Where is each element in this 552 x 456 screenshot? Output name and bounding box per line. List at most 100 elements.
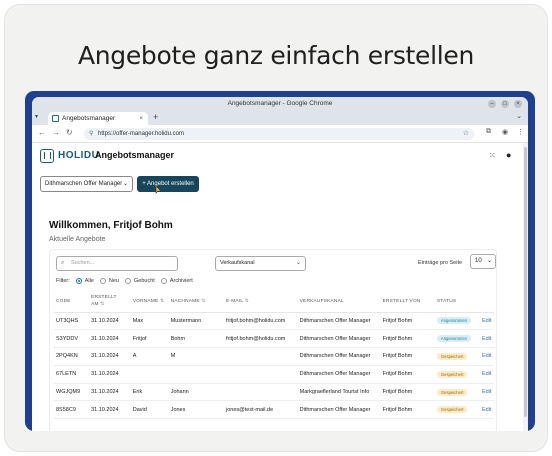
cell-status: Gespeichert	[434, 400, 480, 420]
window-title: Angebotsmanager - Google Chrome	[227, 100, 333, 107]
site-info-icon[interactable]: ⚲	[89, 128, 93, 140]
table-row[interactable]: S3YDDV 31.10.2024 Fritjof Bohm fritjof.bohm@…	[54, 329, 494, 349]
cell-created-by: Fritjof Bohm	[380, 383, 435, 402]
sort-icon: ⇅	[159, 298, 165, 305]
close-icon[interactable]: ×	[514, 100, 522, 108]
table-row[interactable]: 67LETN 31.10.2024 Dithmarschen Offer Manag…	[54, 365, 494, 384]
cell-lastname: Jones	[168, 400, 224, 420]
cell-created-by: Fritjof Bohm	[380, 365, 435, 384]
screenshot-frame: Angebotsmanager - Google Chrome – □ × ▾ …	[25, 91, 535, 431]
cell-created-at: 31.10.2024	[89, 365, 131, 384]
col-header-channel[interactable]: VERKAUFSKANAL	[297, 292, 381, 313]
radio-icon	[160, 278, 167, 284]
status-badge: Gespeichert	[436, 370, 468, 378]
brand-name: HOLIDU	[58, 150, 100, 161]
page-scrollbar[interactable]	[523, 143, 528, 431]
cell-email: fritjof.bohm@holidu.com	[224, 329, 298, 349]
address-bar[interactable]: ⚲ https://offer-manager.holidu.com ☆	[84, 128, 474, 140]
col-header-created-at[interactable]: ERSTELLT AM ⇅	[89, 292, 131, 313]
extensions-icon[interactable]: ⧉	[486, 128, 491, 136]
manager-select[interactable]: Dithmarschen Offer Manager ⌄	[40, 176, 133, 192]
offers-table: CODE ERSTELLT AM ⇅ VORNAME ⇅ NACHNAME ⇅ E…	[54, 292, 494, 420]
cell-email	[224, 365, 298, 384]
table-row[interactable]: WGJQM9 31.10.2024 Erik Johann Markgraeflerla…	[54, 383, 494, 402]
filter-radio-booked[interactable]: Gebucht	[125, 278, 155, 284]
chevron-down-icon: ⌄	[486, 258, 492, 264]
filter-radio-archived[interactable]: Archiviert	[160, 278, 193, 284]
url-text: https://offer-manager.holidu.com	[98, 131, 184, 137]
cell-channel: Dithmarschen Offer Manager	[297, 400, 381, 420]
maximize-icon[interactable]: □	[501, 100, 509, 108]
status-badge: Gespeichert	[436, 352, 468, 360]
edit-link[interactable]: Edit	[479, 329, 494, 349]
favicon-icon	[52, 115, 59, 122]
radio-icon	[125, 278, 132, 284]
section-subtitle: Aktuelle Angebote	[49, 236, 106, 243]
filter-option-label: Neu	[108, 278, 120, 284]
cell-created-by: Fritjof Bohm	[380, 400, 435, 420]
table-row[interactable]: 2PQ4KN 31.10.2024 A M Dithmarschen Offer Man…	[54, 347, 494, 366]
minimize-icon[interactable]: –	[488, 100, 496, 108]
radio-icon	[99, 278, 106, 284]
apps-grid-icon[interactable]: ⁙	[489, 151, 496, 160]
tab-search-icon[interactable]: ▾	[35, 113, 38, 120]
channel-select-value: Verkaufskanal	[220, 260, 255, 266]
menu-dots-icon[interactable]: ⋮	[517, 128, 524, 136]
app-page: HOLIDU Angebotsmanager ⁙ ● Dithmarschen …	[32, 143, 522, 431]
cell-email: fritjof.bohm@holidu.com	[224, 312, 298, 331]
scrollbar-thumb[interactable]	[524, 147, 527, 417]
cell-created-at: 31.10.2024	[89, 312, 131, 331]
chevron-down-icon[interactable]: ⌄	[516, 112, 522, 120]
chevron-down-icon: ⌄	[122, 181, 128, 187]
cell-firstname: David	[130, 400, 169, 420]
filter-radio-new[interactable]: Neu	[99, 278, 120, 284]
col-header-email[interactable]: E-MAIL ⇅	[224, 292, 298, 313]
user-icon[interactable]: ●	[506, 150, 511, 160]
status-badge: Gespeichert	[436, 388, 468, 396]
tab-strip: ▾ Angebotsmanager × + ⌄	[32, 111, 528, 125]
col-header-created-by[interactable]: ERSTELLT VON	[380, 292, 435, 313]
table-row[interactable]: 8S58C9 31.10.2024 David Jones jones@test-mai…	[54, 400, 494, 420]
reload-icon[interactable]: ↻	[66, 128, 73, 137]
welcome-heading: Willkommen, Fritjof Bohm	[49, 220, 173, 231]
cell-lastname: Johann	[168, 383, 224, 402]
cell-lastname: Bohm	[168, 329, 224, 349]
filter-radio-all[interactable]: Alle	[75, 278, 94, 284]
cell-status: Gespeichert	[434, 383, 480, 402]
channel-select[interactable]: Verkaufskanal ⌄	[215, 256, 306, 271]
cell-firstname: Fritjof	[130, 329, 169, 349]
col-header-firstname[interactable]: VORNAME ⇅	[130, 292, 169, 313]
col-header-status[interactable]: STATUS	[434, 292, 480, 313]
cell-status: Angenommen	[434, 329, 480, 349]
cell-firstname: Max	[130, 312, 169, 331]
filter-option-label: Alle	[84, 278, 94, 284]
cell-code: 67LETN	[54, 365, 90, 384]
profile-icon[interactable]: ◉	[502, 128, 508, 136]
per-page-select[interactable]: 10 ⌄	[470, 254, 496, 269]
col-header-lastname[interactable]: NACHNAME ⇅	[168, 292, 224, 313]
app-title: Angebotsmanager	[95, 150, 175, 160]
search-input[interactable]: ⌕ Suchen...	[56, 256, 178, 271]
cell-code: WGJQM9	[54, 383, 90, 402]
cell-channel: Dithmarschen Offer Manager	[297, 312, 381, 331]
cell-status: Gespeichert	[434, 347, 480, 366]
col-header-code[interactable]: CODE	[54, 292, 90, 313]
cell-channel: Dithmarschen Offer Manager	[297, 347, 381, 366]
create-offer-button[interactable]: + Angebot erstellen	[137, 176, 199, 192]
filter-option-label: Gebucht	[134, 278, 155, 284]
browser-tab[interactable]: Angebotsmanager ×	[48, 112, 148, 125]
edit-link[interactable]: Edit	[479, 312, 494, 331]
bookmark-star-icon[interactable]: ☆	[463, 128, 469, 140]
back-icon[interactable]: ←	[38, 128, 46, 137]
edit-link[interactable]: Edit	[479, 400, 494, 420]
cell-created-by: Fritjof Bohm	[380, 329, 435, 349]
table-row[interactable]: UT3QHS 31.10.2024 Max Mustermann fritjof.boh…	[54, 312, 494, 331]
edit-link[interactable]: Edit	[479, 365, 494, 384]
forward-icon[interactable]: →	[52, 128, 60, 137]
search-icon: ⌕	[61, 260, 65, 266]
cell-channel: Dithmarschen Offer Manager	[297, 365, 381, 384]
tab-close-icon[interactable]: ×	[139, 112, 143, 125]
edit-link[interactable]: Edit	[479, 383, 494, 402]
new-tab-icon[interactable]: +	[153, 112, 158, 122]
edit-link[interactable]: Edit	[479, 347, 494, 366]
